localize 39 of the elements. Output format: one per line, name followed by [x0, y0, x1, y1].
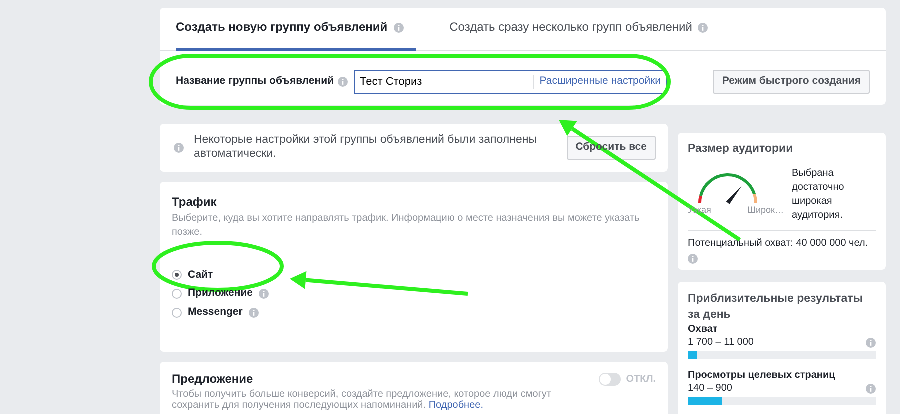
info-icon[interactable] [259, 289, 270, 300]
card-title: Приблизительные результаты за день [688, 292, 864, 324]
info-icon[interactable] [248, 308, 259, 318]
info-icon[interactable] [866, 338, 876, 348]
advanced-settings-link[interactable]: Расширенные настройки [532, 75, 662, 89]
option-label: Сайт [188, 268, 214, 282]
field-label: Название группы объявлений [176, 75, 334, 89]
info-icon[interactable] [688, 254, 698, 264]
info-icon[interactable] [866, 384, 876, 394]
gauge-label: Широк… [748, 204, 784, 217]
metric-label: Охват [688, 323, 719, 336]
radio-button[interactable] [172, 270, 182, 280]
learn-more-link[interactable]: Подробнее. [428, 400, 484, 412]
gauge-drawing [698, 174, 758, 204]
section-title: Трафик [172, 195, 218, 211]
toggle-switch[interactable] [599, 373, 622, 386]
potential-reach: Потенциальный охват: 40 000 000 чел. [688, 236, 870, 250]
radio-button[interactable] [172, 308, 182, 318]
section-title: Предложение [172, 372, 254, 388]
notice-text: Некоторые настройки этой группы объявлений были заполнены автоматически. [194, 134, 538, 162]
section-description: Чтобы получить больше конверсий, создайте предложение, которое люди смогут сохранить для получения последующих напоминаний. Подробнее. [172, 388, 552, 412]
metric-range: 1 700 – 11 000 [688, 336, 754, 350]
quick-create-button[interactable]: Режим быстрого создания [713, 70, 870, 94]
metric-label: Просмотры целевых страниц [688, 369, 836, 382]
tab[interactable]: Создать новую группу объявлений [176, 8, 416, 51]
info-icon[interactable] [338, 77, 348, 87]
tab[interactable]: Создать сразу несколько групп объявлений [450, 8, 708, 51]
radio-button[interactable] [172, 289, 182, 300]
option-label: Messenger [188, 306, 243, 320]
audience-summary: Выбрана достаточно широкая аудитория. [792, 166, 846, 223]
metric-range: 140 – 900 [688, 382, 732, 396]
ad-set-name-field[interactable]: Тест Сториз Расширенные настройки [354, 70, 668, 94]
info-icon[interactable] [394, 23, 404, 33]
info-icon[interactable] [698, 23, 708, 33]
toggle-label: ОТКЛ. [626, 373, 656, 386]
section-description: Выберите, куда вы хотите направлять трафик. Информацию о месте назначения вы можете указать позже. [172, 212, 641, 240]
info-icon[interactable] [174, 143, 184, 153]
card-title: Размер аудитории [688, 142, 794, 157]
option-label: Приложение [188, 287, 254, 301]
